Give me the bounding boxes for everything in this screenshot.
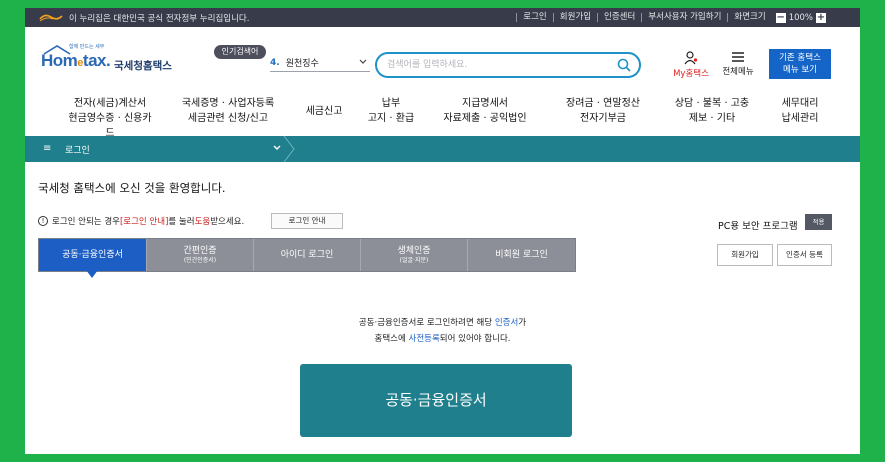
gov-link-screen-size: 화면크기 — [727, 13, 771, 22]
browser-page: 이 누리집은 대한민국 공식 전자정부 누리집입니다. 로그인 회원가입 인증센… — [25, 8, 860, 454]
gov-link-login[interactable]: 로그인 — [516, 13, 552, 22]
chevron-down-icon[interactable] — [272, 142, 282, 152]
logo-brand: Hometax. — [41, 51, 111, 70]
gov-link-cert-center[interactable]: 인증센터 — [597, 13, 641, 22]
breadcrumb-current[interactable]: 로그인 — [65, 143, 90, 156]
site-header: 함께 만드는 세무 Hometax. 국세청홈택스 인기검색어 4. 원천징수 … — [25, 27, 860, 87]
info-icon: ! — [38, 216, 48, 226]
page-title: 국세청 홈택스에 오신 것을 환영합니다. — [38, 181, 226, 195]
gov-link-dept-user[interactable]: 부서사용자 가입하기 — [641, 13, 727, 22]
tab-id-login[interactable]: 아이디 로그인 — [254, 239, 361, 271]
joint-cert-login-button[interactable]: 공동·금융인증서 — [300, 364, 572, 437]
hamburger-menu-icon — [732, 52, 744, 62]
nav-item-tax-agent[interactable]: 세무대리 납세관리 — [772, 96, 828, 126]
security-install-button[interactable]: 적용 — [805, 214, 832, 230]
nav-item-incentive[interactable]: 장려금 · 연말정산 전자기부금 — [553, 96, 653, 126]
all-menu-button[interactable]: 전체메뉴 — [718, 51, 758, 77]
my-hometax-label: My홈택스 — [673, 69, 709, 79]
zoom-out-button[interactable]: − — [775, 12, 786, 23]
nav-item-payment[interactable]: 납부 고지 · 환급 — [363, 96, 419, 126]
zoom-in-button[interactable]: + — [816, 12, 826, 23]
breadcrumb: ≡ 로그인 — [25, 136, 860, 162]
cert-description-line2: 홈택스에 사전등록되어 있어야 합니다. — [374, 334, 511, 344]
gov-notice-text: 이 누리집은 대한민국 공식 전자정부 누리집입니다. — [69, 13, 250, 24]
hometax-logo[interactable]: 함께 만드는 세무 Hometax. 국세청홈택스 — [41, 43, 176, 79]
tab-guest-login[interactable]: 비회원 로그인 — [468, 239, 575, 271]
old-hometax-menu-button[interactable]: 기존 홈택스 메뉴 보기 — [769, 49, 831, 79]
zoom-level: 100% — [788, 12, 813, 23]
signup-button[interactable]: 회원가입 — [717, 244, 773, 266]
nav-item-payment-statement[interactable]: 지급명세서 자료제출 · 공익법인 — [435, 96, 535, 126]
all-menu-label: 전체메뉴 — [722, 67, 754, 77]
popular-search-select[interactable]: 4. 원천징수 — [270, 54, 370, 72]
popular-rank: 4. — [270, 57, 280, 68]
search-box — [375, 52, 641, 78]
user-icon — [684, 51, 698, 65]
popular-search-tag: 인기검색어 — [214, 45, 266, 59]
logo-korean-name: 국세청홈택스 — [114, 60, 172, 72]
login-help-notice: ! 로그인 안되는 경우 [로그인 안내] 를 눌러 도움 받으세요. — [38, 215, 244, 227]
egov-logo-icon — [39, 14, 63, 22]
main-navigation: 전자(세금)계산서 현금영수증 · 신용카드 국세증명 · 사업자등록 세금관련 신… — [25, 88, 860, 139]
chevron-down-icon — [359, 59, 367, 64]
my-hometax-button[interactable]: My홈택스 — [668, 51, 714, 79]
breadcrumb-separator — [283, 136, 295, 162]
list-menu-icon: ≡ — [43, 143, 52, 154]
nav-item-certificates[interactable]: 국세증명 · 사업자등록 세금관련 신청/신고 — [173, 96, 283, 126]
tab-simple-auth[interactable]: 간편인증 (민간인증서) — [147, 239, 254, 271]
gov-link-signup[interactable]: 회원가입 — [552, 13, 597, 22]
login-guide-button[interactable]: 로그인 안내 — [271, 213, 343, 229]
nav-item-consultation[interactable]: 상담 · 불복 · 고충 제보 · 기타 — [669, 96, 755, 126]
search-input[interactable] — [387, 58, 607, 72]
login-method-tabs: 공동·금융인증서 간편인증 (민간인증서) 아이디 로그인 생체인증 (얼굴·지문)… — [38, 238, 576, 272]
nav-item-tax-filing[interactable]: 세금신고 — [297, 104, 351, 119]
gov-notice-bar: 이 누리집은 대한민국 공식 전자정부 누리집입니다. 로그인 회원가입 인증센… — [25, 8, 860, 27]
logo-slogan: 함께 만드는 세무 — [69, 44, 105, 50]
pc-security-label: PC용 보안 프로그램 — [718, 221, 798, 232]
tab-joint-cert[interactable]: 공동·금융인증서 — [39, 239, 147, 271]
search-icon[interactable] — [617, 58, 631, 72]
cert-description-line1: 공동·금융인증서로 로그인하려면 해당 인증서가 — [358, 318, 527, 328]
cert-register-button[interactable]: 인증서 등록 — [777, 244, 832, 266]
active-tab-pointer — [86, 270, 98, 278]
popular-term: 원천징수 — [285, 59, 319, 69]
tab-biometric[interactable]: 생체인증 (얼굴·지문) — [361, 239, 468, 271]
nav-item-e-invoice[interactable]: 전자(세금)계산서 현금영수증 · 신용카드 — [65, 96, 155, 141]
